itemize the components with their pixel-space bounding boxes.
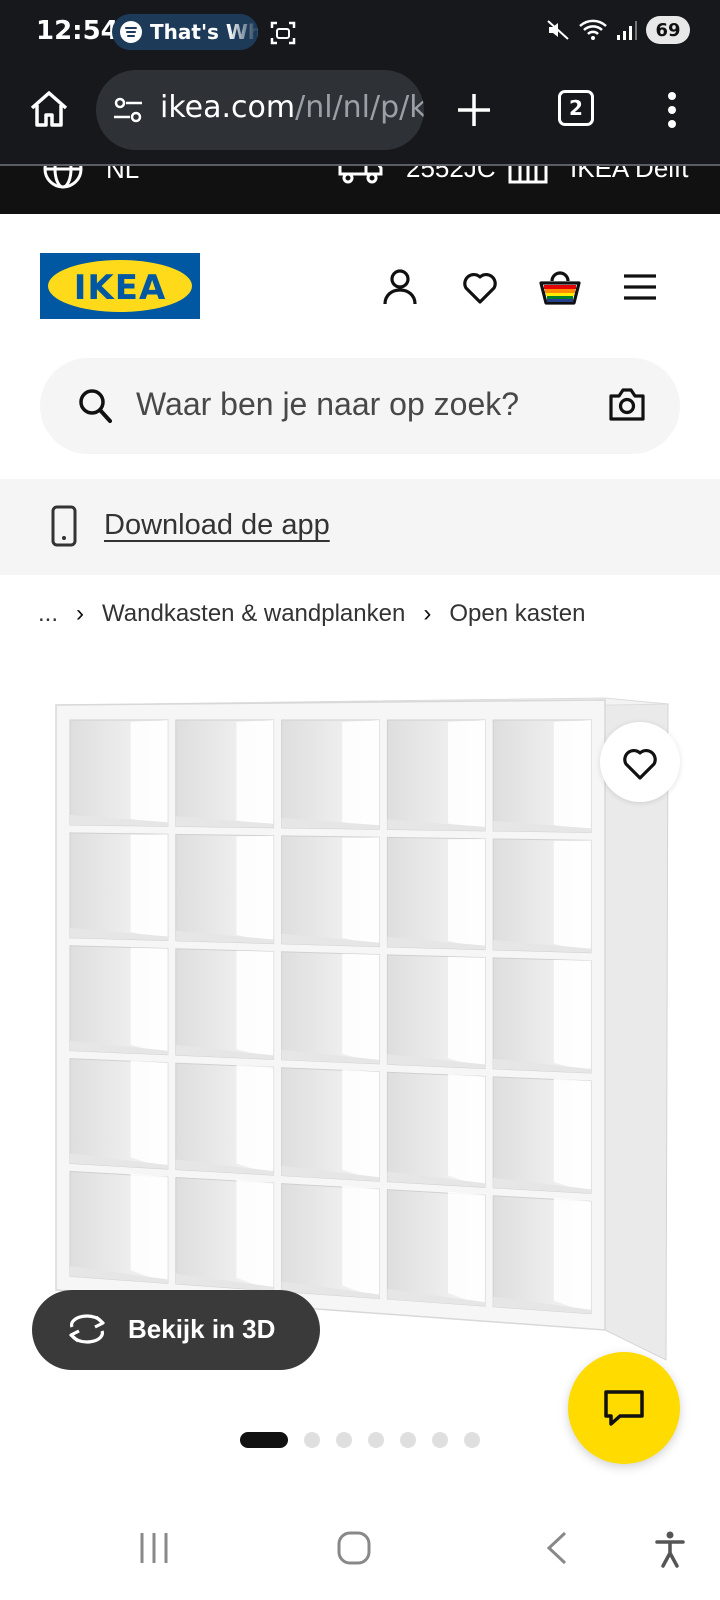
system-navigation-bar [0, 1500, 720, 1600]
top-info-strip: NL 2552JC IKEA Delft [0, 166, 720, 214]
camera-icon[interactable] [608, 386, 646, 422]
carousel-dot[interactable] [400, 1432, 416, 1448]
signal-icon [617, 21, 637, 40]
language-selector[interactable]: NL [42, 166, 139, 190]
logo-text: IKEA [73, 268, 167, 308]
breadcrumb-item[interactable]: Open kasten [449, 600, 585, 628]
more-options-icon[interactable] [662, 88, 682, 132]
delivery-truck-icon [338, 166, 383, 184]
shopping-bag-icon[interactable] [538, 267, 582, 307]
home-nav-icon[interactable] [336, 1530, 372, 1566]
carousel-dot[interactable] [464, 1432, 480, 1448]
spotify-icon [120, 21, 142, 43]
add-to-favorites-button[interactable] [600, 722, 680, 802]
status-bar: 12:54 That's Wh 69 [0, 0, 720, 66]
hamburger-icon[interactable] [622, 267, 658, 307]
screen-record-icon [270, 21, 296, 45]
wifi-icon [579, 19, 607, 40]
url-text: ikea.com/nl/nl/p/k [160, 90, 424, 125]
image-carousel-indicator [240, 1432, 480, 1448]
browser-toolbar: ikea.com/nl/nl/p/k 2 [0, 66, 720, 166]
heart-icon[interactable] [460, 267, 500, 307]
heart-icon [623, 748, 657, 780]
carousel-dot[interactable] [336, 1432, 352, 1448]
app-download-banner: Download de app [0, 479, 720, 575]
carousel-dot[interactable] [304, 1432, 320, 1448]
tune-icon[interactable] [112, 94, 144, 126]
store-icon [508, 166, 548, 184]
rotate-3d-icon [69, 1314, 105, 1344]
breadcrumb-item[interactable]: ... [38, 600, 58, 628]
chevron-right-icon: › [423, 600, 432, 627]
url-path: /nl/nl/p/k [295, 90, 424, 125]
battery-indicator: 69 [646, 16, 690, 44]
mute-icon [547, 20, 569, 40]
chat-button[interactable] [568, 1352, 680, 1464]
ikea-logo[interactable]: IKEA [40, 253, 200, 319]
chat-icon [604, 1390, 644, 1426]
profile-icon[interactable] [380, 267, 420, 307]
tab-switcher-button[interactable]: 2 [558, 90, 594, 126]
search-icon [79, 389, 112, 423]
view-in-3d-label: Bekijk in 3D [128, 1314, 276, 1344]
view-in-3d-button[interactable]: Bekijk in 3D [32, 1290, 320, 1370]
back-icon[interactable] [544, 1530, 570, 1566]
search-bar[interactable]: Waar ben je naar op zoek? [40, 358, 680, 454]
url-field[interactable]: ikea.com/nl/nl/p/k [96, 70, 424, 150]
home-icon[interactable] [26, 86, 72, 132]
accessibility-icon[interactable] [654, 1530, 686, 1568]
download-app-link[interactable]: Download de app [104, 509, 330, 542]
new-tab-icon[interactable] [452, 88, 496, 132]
status-time: 12:54 [36, 16, 119, 46]
store-label: IKEA Delft [570, 166, 689, 183]
store-selector[interactable]: IKEA Delft [508, 166, 689, 188]
chevron-right-icon: › [76, 600, 85, 627]
product-image[interactable] [50, 690, 680, 1380]
url-host: ikea.com [160, 90, 296, 125]
globe-icon [43, 166, 83, 189]
carousel-dot[interactable] [432, 1432, 448, 1448]
breadcrumb: ... › Wandkasten & wandplanken › Open ka… [38, 600, 585, 628]
search-input[interactable]: Waar ben je naar op zoek? [136, 386, 519, 423]
postcode-label: 2552JC [406, 166, 496, 183]
media-pill[interactable]: That's Wh [112, 14, 258, 50]
recent-apps-icon[interactable] [138, 1530, 170, 1566]
carousel-dot[interactable] [368, 1432, 384, 1448]
postcode-selector[interactable]: 2552JC [338, 166, 496, 188]
breadcrumb-item[interactable]: Wandkasten & wandplanken [102, 600, 405, 628]
phone-icon [51, 505, 77, 547]
language-label: NL [106, 166, 140, 184]
carousel-dot[interactable] [240, 1432, 288, 1448]
